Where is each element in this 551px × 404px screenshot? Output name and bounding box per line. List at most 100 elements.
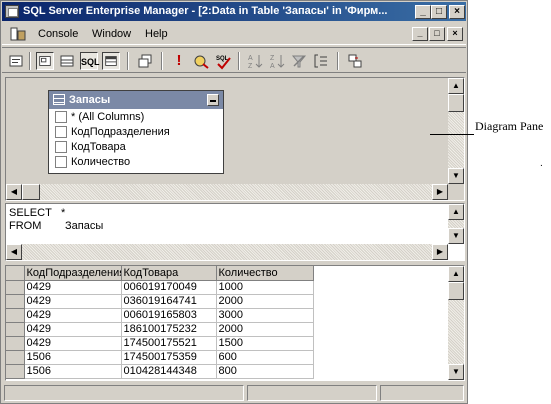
table-row[interactable]: 0429 186100175232 2000: [6, 322, 314, 337]
scroll-left-icon[interactable]: ◀: [6, 244, 22, 260]
grid-cell[interactable]: 1500: [216, 336, 314, 351]
console-tree-icon[interactable]: [10, 26, 26, 42]
diagram-pane-icon[interactable]: [36, 52, 54, 70]
grid-cell[interactable]: 006019165803: [121, 308, 217, 323]
sql-vertical-scrollbar[interactable]: ▲ ▼: [448, 204, 464, 244]
grid-cell[interactable]: 186100175232: [121, 322, 217, 337]
add-table-icon[interactable]: [346, 52, 364, 70]
table-box-header[interactable]: Запасы: [49, 91, 223, 109]
scroll-thumb[interactable]: [22, 184, 40, 200]
column-row[interactable]: Количество: [55, 154, 223, 169]
row-selector[interactable]: [6, 308, 25, 323]
grid-pane-icon[interactable]: [58, 52, 76, 70]
grid-cell[interactable]: 0429: [24, 280, 122, 295]
minimize-table-icon[interactable]: [207, 94, 219, 106]
grid-cell[interactable]: 0429: [24, 336, 122, 351]
grid-cell[interactable]: 174500175521: [121, 336, 217, 351]
mdi-close-button[interactable]: ×: [447, 27, 463, 41]
scroll-right-icon[interactable]: ▶: [432, 184, 448, 200]
grid-cell[interactable]: 0429: [24, 294, 122, 309]
column-row[interactable]: КодПодразделения: [55, 124, 223, 139]
grid-cell[interactable]: 006019170049: [121, 280, 217, 295]
row-selector[interactable]: [6, 350, 25, 365]
grid-cell[interactable]: 600: [216, 350, 314, 365]
table-row[interactable]: 1506 174500175359 600: [6, 350, 314, 365]
menu-console[interactable]: Console: [38, 28, 78, 40]
grid-cell[interactable]: 800: [216, 364, 314, 379]
scroll-up-icon[interactable]: ▲: [448, 204, 464, 220]
row-selector[interactable]: [6, 322, 25, 337]
table-row[interactable]: 0429 006019165803 3000: [6, 308, 314, 323]
table-row[interactable]: 0429 174500175521 1500: [6, 336, 314, 351]
grid-cell[interactable]: 1000: [216, 280, 314, 295]
change-query-type-icon[interactable]: [136, 52, 154, 70]
diagram-horizontal-scrollbar[interactable]: ◀ ▶: [6, 184, 448, 200]
sql-text[interactable]: SELECT * FROM Запасы: [9, 207, 103, 233]
scroll-up-icon[interactable]: ▲: [448, 266, 464, 282]
column-header[interactable]: КодПодразделения: [24, 266, 122, 281]
column-checkbox[interactable]: [55, 111, 67, 123]
status-panel: [4, 385, 244, 401]
row-header-corner[interactable]: [6, 266, 25, 281]
scroll-down-icon[interactable]: ▼: [448, 168, 464, 184]
grid-cell[interactable]: 0429: [24, 308, 122, 323]
results-grid[interactable]: КодПодразделения КодТовара Количество 04…: [6, 266, 314, 379]
menu-help[interactable]: Help: [145, 28, 168, 40]
table-row[interactable]: 1506 010428144348 800: [6, 364, 314, 379]
row-selector[interactable]: [6, 364, 25, 379]
table-row[interactable]: 0429 006019170049 1000: [6, 280, 314, 295]
title-bar[interactable]: SQL Server Enterprise Manager - [2:Data …: [2, 2, 466, 21]
scroll-thumb[interactable]: [448, 94, 464, 112]
sort-descending-icon[interactable]: ZA: [268, 52, 286, 70]
grid-vertical-scrollbar[interactable]: ▲ ▼: [448, 266, 464, 380]
mdi-minimize-button[interactable]: _: [412, 27, 428, 41]
scroll-thumb[interactable]: [448, 282, 464, 300]
minimize-button[interactable]: _: [415, 5, 431, 19]
sort-ascending-icon[interactable]: AZ: [246, 52, 264, 70]
diagram-pane[interactable]: Запасы * (All Columns) КодПодразделения …: [5, 77, 465, 201]
column-row[interactable]: КодТовара: [55, 139, 223, 154]
scroll-down-icon[interactable]: ▼: [448, 364, 464, 380]
grid-cell[interactable]: 036019164741: [121, 294, 217, 309]
close-button[interactable]: ×: [449, 5, 465, 19]
grid-cell[interactable]: 0429: [24, 322, 122, 337]
grid-cell[interactable]: 010428144348: [121, 364, 217, 379]
column-header[interactable]: КодТовара: [121, 266, 217, 281]
row-selector[interactable]: [6, 280, 25, 295]
table-row[interactable]: 0429 036019164741 2000: [6, 294, 314, 309]
results-pane-icon[interactable]: [102, 52, 120, 70]
menu-window[interactable]: Window: [92, 28, 131, 40]
maximize-button[interactable]: □: [431, 5, 447, 19]
sql-pane[interactable]: SELECT * FROM Запасы ▲ ▼ ◀ ▶: [5, 203, 465, 261]
properties-icon[interactable]: [7, 52, 25, 70]
scroll-down-icon[interactable]: ▼: [448, 228, 464, 244]
app-icon[interactable]: [5, 5, 19, 18]
row-selector[interactable]: [6, 336, 25, 351]
scroll-up-icon[interactable]: ▲: [448, 78, 464, 94]
diagram-vertical-scrollbar[interactable]: ▲ ▼: [448, 78, 464, 184]
grid-cell[interactable]: 3000: [216, 308, 314, 323]
column-checkbox[interactable]: [55, 156, 67, 168]
grid-cell[interactable]: 2000: [216, 322, 314, 337]
column-checkbox[interactable]: [55, 126, 67, 138]
column-header[interactable]: Количество: [216, 266, 314, 281]
column-checkbox[interactable]: [55, 141, 67, 153]
remove-filter-icon[interactable]: [290, 52, 308, 70]
group-by-icon[interactable]: [312, 52, 330, 70]
verify-sql-icon[interactable]: [192, 52, 210, 70]
row-selector[interactable]: [6, 294, 25, 309]
sql-horizontal-scrollbar[interactable]: ◀ ▶: [6, 244, 448, 260]
scroll-right-icon[interactable]: ▶: [432, 244, 448, 260]
scroll-left-icon[interactable]: ◀: [6, 184, 22, 200]
sql-pane-icon[interactable]: SQL: [80, 52, 100, 70]
grid-cell[interactable]: 2000: [216, 294, 314, 309]
run-icon[interactable]: !: [170, 52, 188, 70]
mdi-restore-button[interactable]: □: [429, 27, 445, 41]
column-row[interactable]: * (All Columns): [55, 109, 223, 124]
grid-cell[interactable]: 174500175359: [121, 350, 217, 365]
sql-check-icon[interactable]: SQL: [214, 52, 232, 70]
results-pane[interactable]: КодПодразделения КодТовара Количество 04…: [5, 265, 465, 381]
table-box-zapasy[interactable]: Запасы * (All Columns) КодПодразделения …: [48, 90, 224, 174]
grid-cell[interactable]: 1506: [24, 350, 122, 365]
grid-cell[interactable]: 1506: [24, 364, 122, 379]
